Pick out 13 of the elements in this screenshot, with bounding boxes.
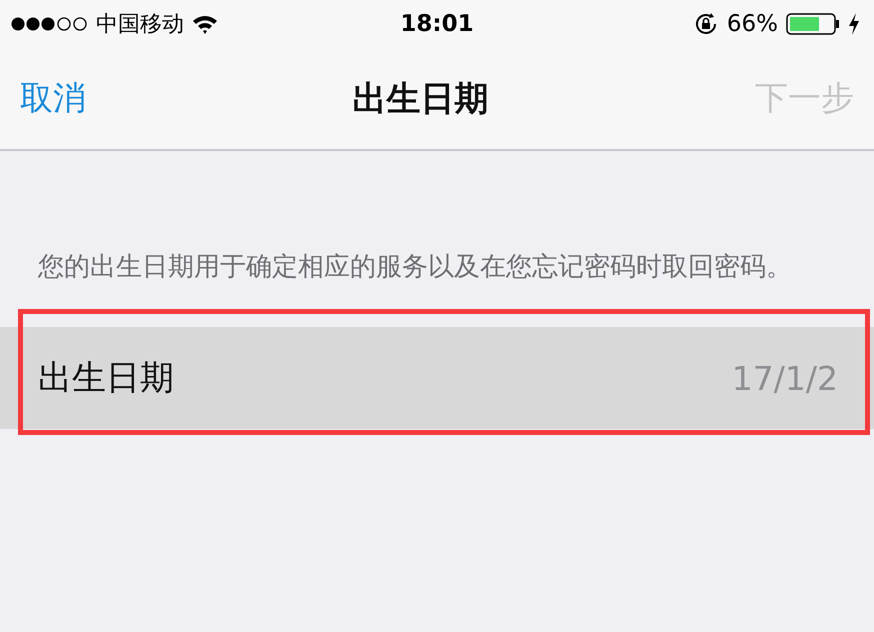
birthday-row[interactable]: 出生日期 17/1/2 [0, 327, 874, 429]
row-value: 17/1/2 [732, 358, 838, 398]
description-text: 您的出生日期用于确定相应的服务以及在您忘记密码时取回密码。 [38, 251, 793, 284]
status-time: 18:01 [400, 11, 474, 37]
carrier-name: 中国移动 [96, 11, 184, 39]
signal-icon [10, 16, 88, 32]
cancel-button[interactable]: 取消 [20, 76, 86, 121]
battery-percent: 66% [726, 11, 778, 37]
row-label: 出生日期 [38, 357, 174, 400]
wifi-icon [192, 14, 218, 34]
page-title: 出生日期 [352, 78, 488, 120]
battery-icon [786, 12, 840, 36]
charging-icon [848, 13, 860, 35]
